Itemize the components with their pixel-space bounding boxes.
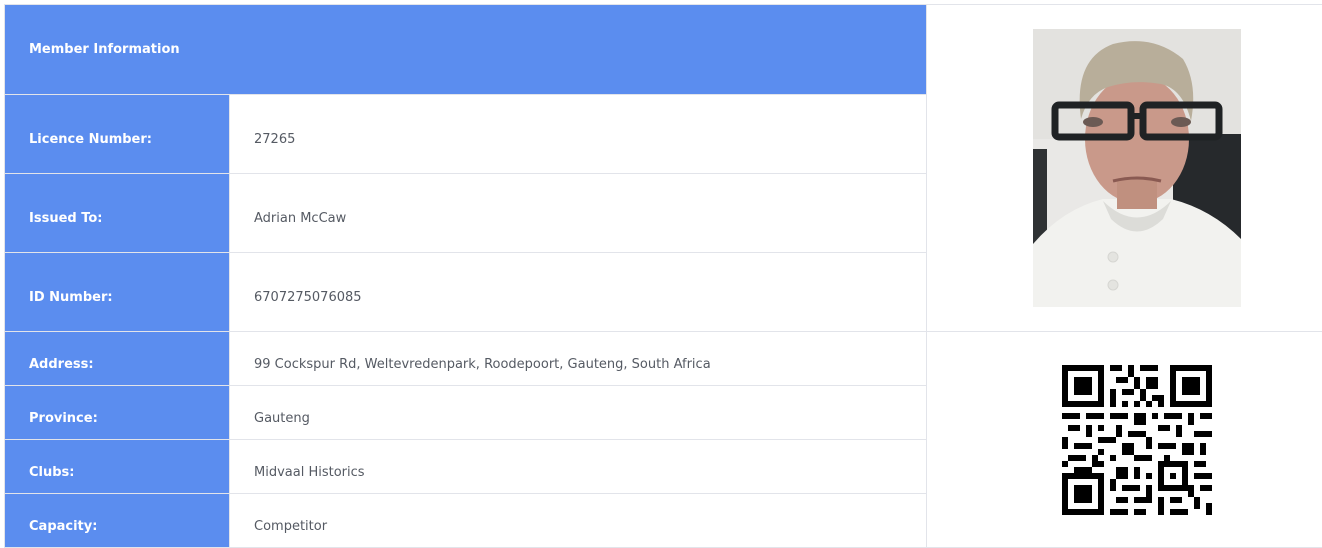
member-info-table: Member Information [4, 4, 1322, 548]
member-info-card: Member Information [0, 0, 1322, 468]
issued-to-value: Adrian McCaw [230, 174, 927, 253]
clubs-value: Midvaal Historics [230, 440, 927, 494]
province-value: Gauteng [230, 386, 927, 440]
province-label: Province: [5, 386, 230, 440]
capacity-label: Capacity: [5, 494, 230, 548]
page-title: Member Information [5, 5, 927, 95]
qr-code-icon [1062, 365, 1212, 515]
member-photo [1033, 29, 1241, 307]
id-number-label: ID Number: [5, 253, 230, 332]
licence-number-label: Licence Number: [5, 95, 230, 174]
licence-number-value: 27265 [230, 95, 927, 174]
issued-to-label: Issued To: [5, 174, 230, 253]
address-value: 99 Cockspur Rd, Weltevredenpark, Roodepo… [230, 332, 927, 386]
address-label: Address: [5, 332, 230, 386]
clubs-label: Clubs: [5, 440, 230, 494]
id-number-value: 6707275076085 [230, 253, 927, 332]
capacity-value: Competitor [230, 494, 927, 548]
photo-cell [927, 5, 1322, 332]
qr-cell [927, 332, 1322, 548]
